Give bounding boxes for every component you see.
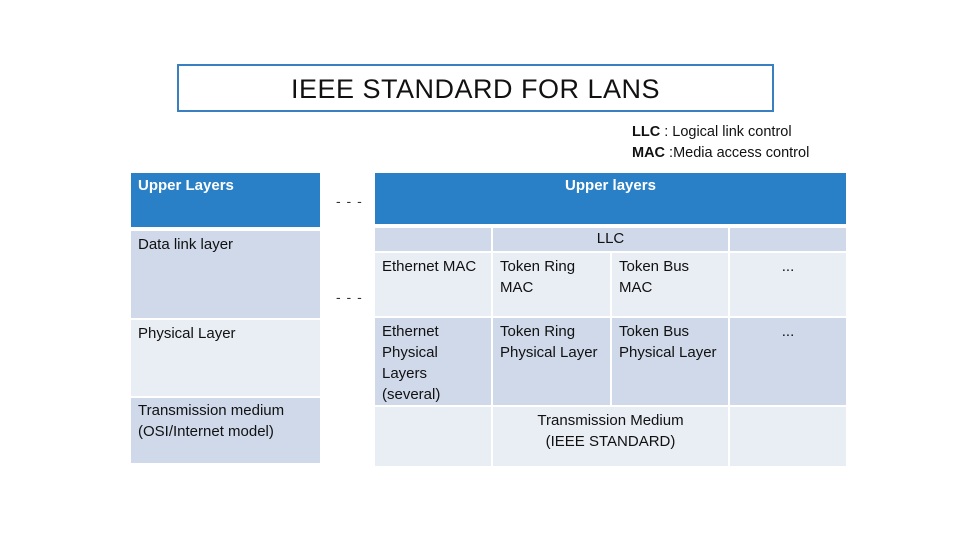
ieee-upper-layers: Upper layers bbox=[375, 173, 846, 224]
ieee-other-physical: ... bbox=[730, 318, 846, 405]
legend-abbr: LLC bbox=[632, 124, 661, 140]
cell-text: Ethernet bbox=[382, 323, 439, 340]
separator-lower: - - - bbox=[336, 289, 363, 305]
ieee-token-ring-mac: Token Ring MAC bbox=[493, 253, 610, 316]
cell-text: Physical Layer bbox=[138, 325, 236, 342]
ieee-ethernet-mac: Ethernet MAC bbox=[375, 253, 491, 316]
cell-text: Transmission medium bbox=[138, 402, 285, 419]
empty-cell bbox=[375, 228, 491, 251]
legend-text: :Media access control bbox=[665, 145, 810, 161]
osi-transmission-medium: Transmission medium (OSI/Internet model) bbox=[131, 398, 320, 463]
osi-data-link-layer: Data link layer bbox=[131, 231, 320, 318]
legend-text: : Logical link control bbox=[660, 124, 792, 140]
ieee-llc: LLC bbox=[493, 228, 728, 251]
empty-cell bbox=[730, 407, 846, 466]
cell-text: Token Bus bbox=[619, 323, 690, 340]
cell-text: (OSI/Internet model) bbox=[138, 423, 274, 440]
cell-text: MAC bbox=[619, 279, 653, 296]
empty-cell bbox=[375, 407, 491, 466]
slide-title: IEEE STANDARD FOR LANS bbox=[177, 64, 774, 112]
cell-text: Token Bus bbox=[619, 258, 690, 275]
legend-llc: LLC : Logical link control bbox=[632, 124, 792, 140]
cell-text: (several) bbox=[382, 386, 441, 403]
separator-upper: - - - bbox=[336, 193, 363, 209]
legend-abbr: MAC bbox=[632, 145, 666, 161]
ieee-token-bus-mac: Token Bus MAC bbox=[612, 253, 728, 316]
cell-text: Physical Layer bbox=[500, 344, 598, 361]
ieee-ethernet-physical: Ethernet Physical Layers (several) bbox=[375, 318, 491, 405]
cell-text: Layers bbox=[382, 365, 428, 382]
cell-text: Token Ring bbox=[500, 323, 576, 340]
cell-text: Token Ring bbox=[500, 258, 576, 275]
ieee-token-ring-physical: Token Ring Physical Layer bbox=[493, 318, 610, 405]
ieee-other-mac: ... bbox=[730, 253, 846, 316]
empty-cell bbox=[730, 228, 846, 251]
cell-text: Transmission Medium bbox=[537, 412, 684, 429]
ieee-token-bus-physical: Token Bus Physical Layer bbox=[612, 318, 728, 405]
cell-text: Physical bbox=[382, 344, 438, 361]
cell-text: MAC bbox=[500, 279, 534, 296]
cell-text: (IEEE STANDARD) bbox=[545, 433, 676, 450]
legend-mac: MAC :Media access control bbox=[632, 145, 809, 161]
ieee-transmission-medium: Transmission Medium (IEEE STANDARD) bbox=[493, 407, 728, 466]
cell-text: Physical Layer bbox=[619, 344, 717, 361]
osi-physical-layer: Physical Layer bbox=[131, 320, 320, 396]
osi-upper-layers: Upper Layers bbox=[131, 173, 320, 227]
